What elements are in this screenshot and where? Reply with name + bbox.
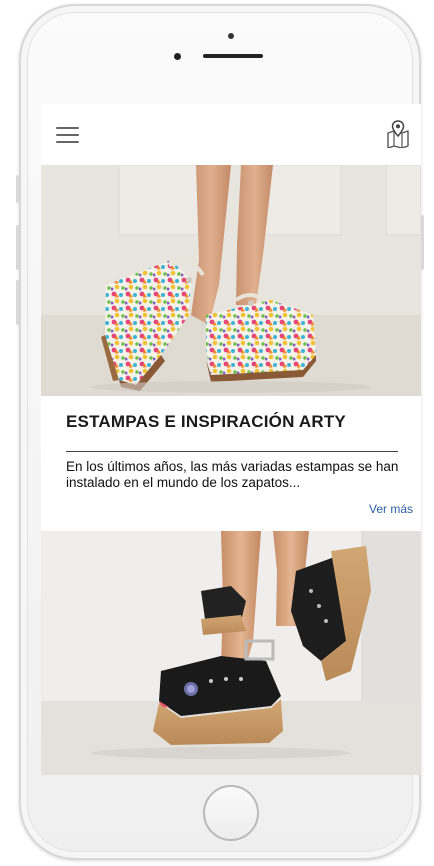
hero-image-cork-wedge-sandals: [41, 531, 421, 775]
article-excerpt: En los últimos años, las más variadas es…: [66, 459, 399, 490]
earpiece-speaker: [203, 54, 263, 58]
proximity-sensor: [174, 53, 181, 60]
phone-side-button: [16, 175, 19, 203]
hero-image-patterned-sandals: [41, 165, 421, 396]
phone-side-button: [16, 280, 19, 325]
map-pin-icon[interactable]: [386, 120, 410, 148]
title-divider: [66, 451, 398, 452]
phone-side-button: [16, 225, 19, 270]
app-header: [41, 104, 421, 165]
read-more-link[interactable]: Ver más: [369, 502, 413, 516]
front-camera: [228, 33, 234, 39]
hamburger-menu-icon[interactable]: [56, 127, 79, 143]
article-title: ESTAMPAS E INSPIRACIÓN ARTY: [66, 412, 346, 431]
home-button[interactable]: [203, 785, 259, 841]
phone-power-button: [421, 215, 424, 270]
app-screen: ESTAMPAS E INSPIRACIÓN ARTY En los últim…: [41, 104, 421, 775]
